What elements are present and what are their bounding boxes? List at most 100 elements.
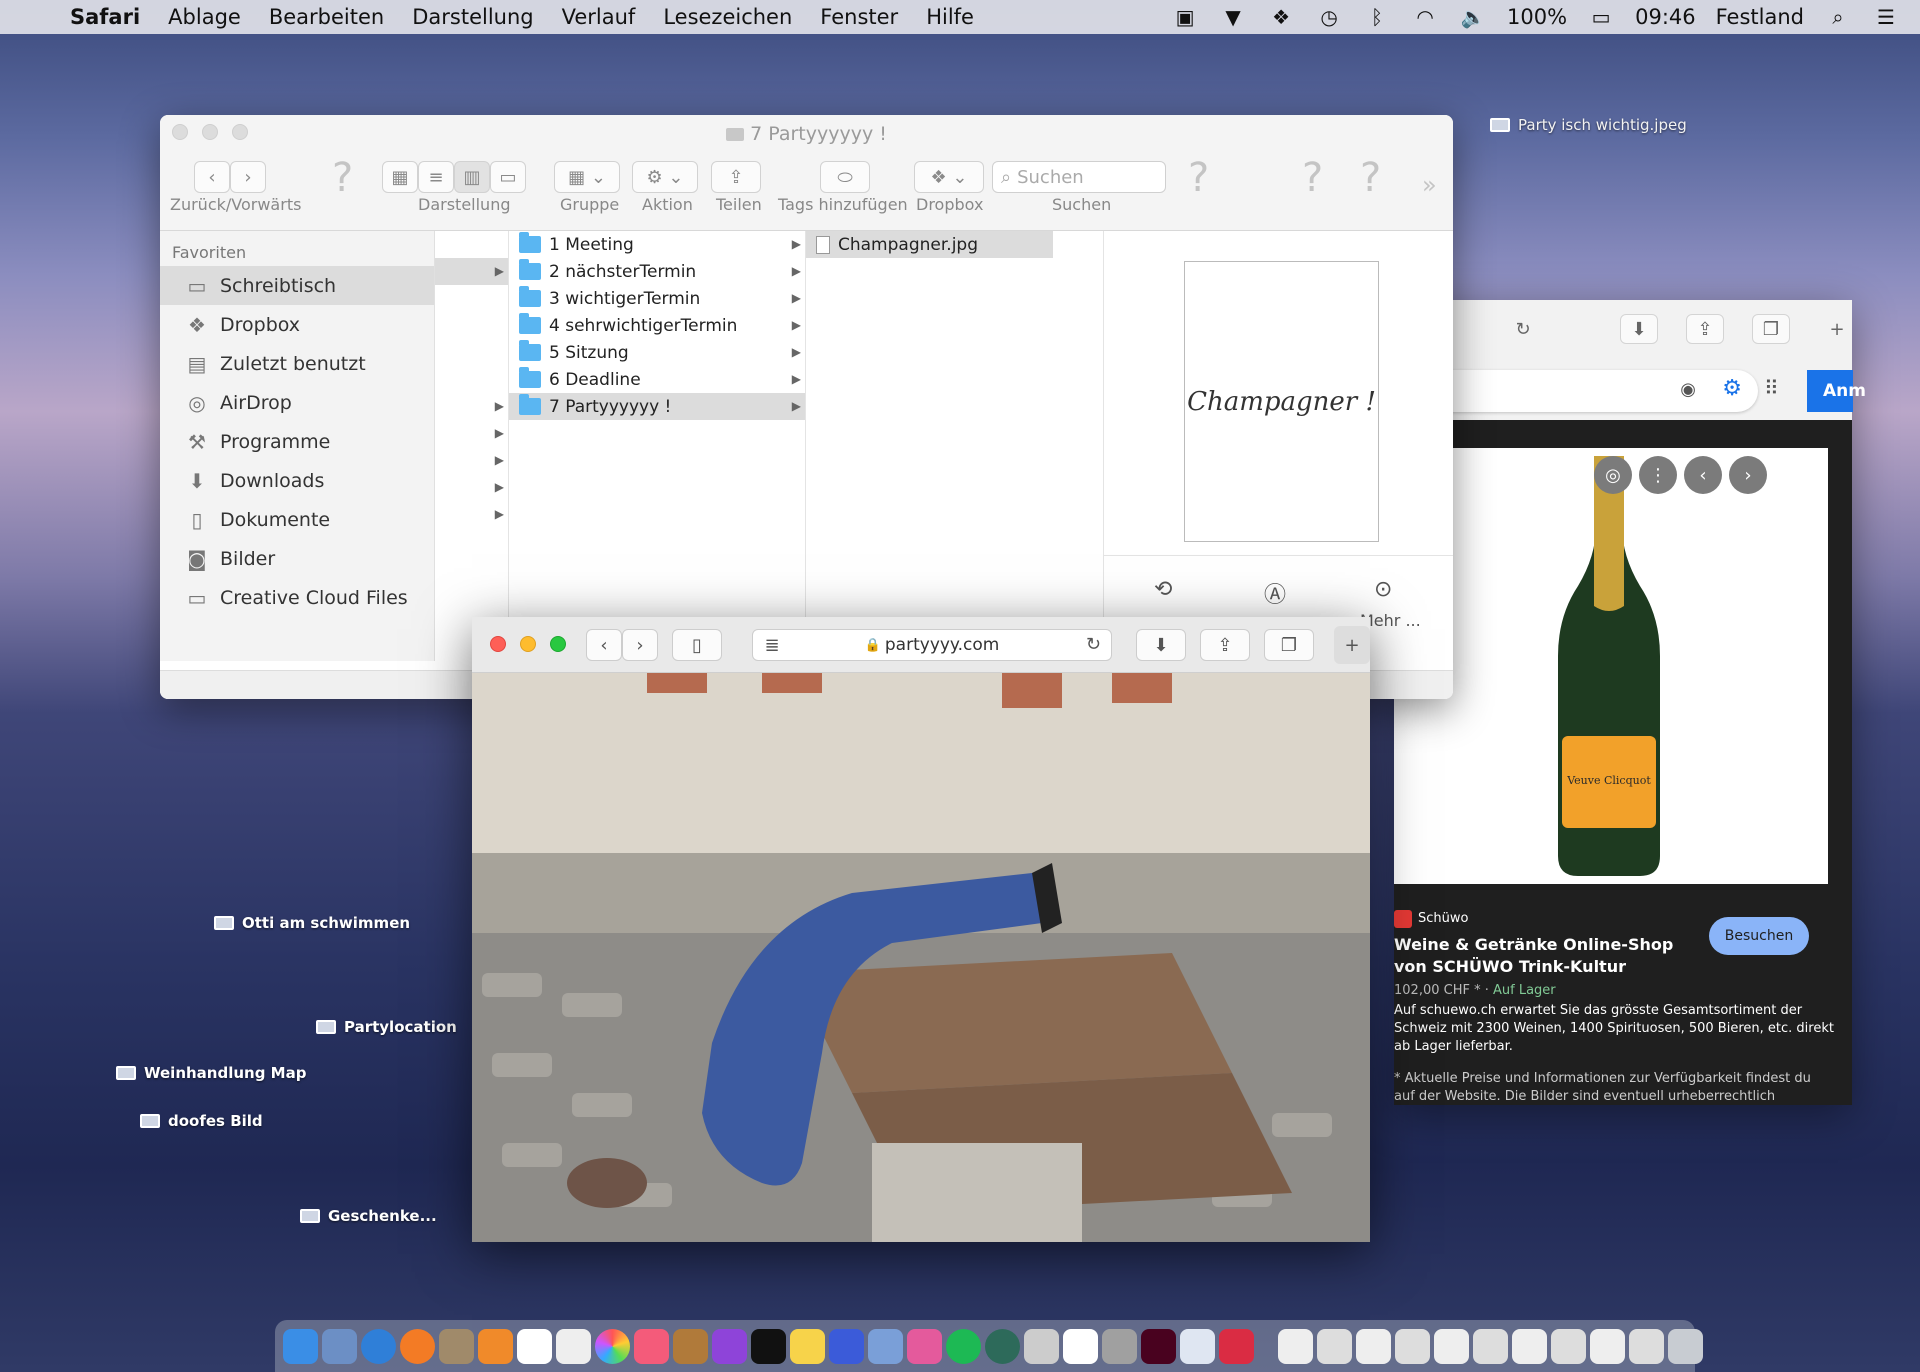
imovie-icon[interactable]	[829, 1328, 864, 1364]
list-item[interactable]	[435, 312, 508, 339]
forward-button[interactable]: ›	[622, 629, 658, 661]
pixelmator-icon[interactable]	[1180, 1328, 1215, 1364]
product-image[interactable]: Veuve Clicquot ◎ ⋮ ‹ ›	[1394, 448, 1828, 884]
stack-icon[interactable]	[1317, 1328, 1352, 1364]
numbers-icon[interactable]	[1063, 1328, 1098, 1364]
location-label[interactable]: Festland	[1716, 5, 1804, 29]
stack-icon[interactable]	[1278, 1328, 1313, 1364]
stack-icon[interactable]	[1590, 1328, 1625, 1364]
stack-icon[interactable]	[1434, 1328, 1469, 1364]
list-item[interactable]	[435, 339, 508, 366]
share-button[interactable]: ⇪	[1686, 314, 1724, 344]
list-item[interactable]: ▶	[435, 420, 508, 447]
action-button[interactable]: ⚙ ⌄	[632, 161, 698, 193]
sidebar-item-schreibtisch[interactable]: ▭ Schreibtisch	[160, 266, 434, 305]
help-icon[interactable]: ?	[1188, 155, 1209, 201]
toolbar-overflow-icon[interactable]: »	[1422, 171, 1437, 199]
utility-icon[interactable]	[1024, 1328, 1059, 1364]
forward-button[interactable]: ›	[230, 161, 266, 193]
new-tab-button[interactable]: +	[1818, 314, 1856, 344]
desktop-file[interactable]: doofes Bild	[140, 1112, 263, 1130]
markup-icon[interactable]: Ⓐ	[1264, 577, 1286, 609]
list-item[interactable]: ▶	[435, 501, 508, 528]
rotate-icon[interactable]: ⟲	[1154, 577, 1172, 602]
lens-icon[interactable]: ◎	[1594, 456, 1632, 494]
stack-icon[interactable]	[1473, 1328, 1508, 1364]
tabs-button[interactable]: ❐	[1264, 629, 1314, 661]
sidebar-item-documents[interactable]: ▯ Dokumente	[160, 500, 434, 539]
safari-icon[interactable]	[361, 1328, 396, 1364]
creative-cloud-icon[interactable]	[1219, 1328, 1254, 1364]
folder-row[interactable]: 1 Meeting ▶	[509, 231, 805, 258]
tag-button[interactable]: ⬭	[820, 161, 870, 193]
preview-image[interactable]: Champagner !	[1184, 261, 1379, 542]
menu-hilfe[interactable]: Hilfe	[912, 5, 988, 29]
share-button[interactable]: ⇪	[711, 161, 761, 193]
menu-darstellung[interactable]: Darstellung	[398, 5, 547, 29]
gallery-view-button[interactable]: ▭	[490, 161, 526, 193]
stack-icon[interactable]	[1551, 1328, 1586, 1364]
folder-row-selected[interactable]: 7 Partyyyyyy ! ▶	[509, 393, 805, 420]
podcasts-icon[interactable]	[712, 1328, 747, 1364]
books-icon[interactable]	[478, 1328, 513, 1364]
prev-image-icon[interactable]: ‹	[1684, 456, 1722, 494]
desktop-file[interactable]: Geschenke...	[300, 1207, 437, 1225]
sidebar-item-pictures[interactable]: ◙ Bilder	[160, 539, 434, 578]
file-row-selected[interactable]: Champagner.jpg	[806, 231, 1053, 258]
more-options-icon[interactable]: ⋮	[1639, 456, 1677, 494]
folder-row[interactable]: 6 Deadline ▶	[509, 366, 805, 393]
product-title[interactable]: Weine & Getränke Online-Shop von SCHÜWO …	[1394, 934, 1684, 978]
finder-icon[interactable]	[283, 1328, 318, 1364]
image-capture-icon[interactable]	[868, 1328, 903, 1364]
list-item[interactable]: ▶	[435, 474, 508, 501]
download-button[interactable]: ⬇	[1136, 629, 1186, 661]
lens-search-icon[interactable]: ⚙	[1722, 376, 1742, 401]
reload-icon[interactable]: ↻	[1086, 634, 1101, 655]
camera-icon[interactable]: ◉	[1680, 379, 1696, 400]
screen-icon[interactable]: ▣	[1171, 5, 1199, 29]
page-photo[interactable]	[472, 673, 1370, 1242]
time-machine-icon[interactable]: ◷	[1315, 5, 1343, 29]
list-item[interactable]	[435, 366, 508, 393]
share-button[interactable]: ⇪	[1200, 629, 1250, 661]
address-bar[interactable]: 🔒 partyyyy.com ↻	[752, 629, 1112, 661]
desktop-file[interactable]: Party isch wichtig.jpeg	[1490, 116, 1687, 134]
new-tab-button[interactable]: +	[1334, 626, 1370, 664]
dropbox-icon[interactable]: ❖	[1267, 5, 1295, 29]
reload-icon[interactable]: ↻	[1504, 314, 1542, 344]
folder-row[interactable]: 5 Sitzung ▶	[509, 339, 805, 366]
zoom-button[interactable]	[550, 636, 566, 652]
sidebar-item-airdrop[interactable]: ◎ AirDrop	[160, 383, 434, 422]
help-icon[interactable]: ?	[1360, 155, 1381, 201]
sidebar-toggle-icon[interactable]: ▯	[672, 629, 722, 661]
flashcards-icon[interactable]	[907, 1328, 942, 1364]
list-item[interactable]: ▶	[435, 258, 508, 285]
menu-bearbeiten[interactable]: Bearbeiten	[255, 5, 398, 29]
desktop-file[interactable]: Otti am schwimmen	[214, 914, 410, 932]
desktop-file[interactable]: Weinhandlung Map	[116, 1064, 306, 1082]
help-icon[interactable]: ?	[1302, 155, 1323, 201]
preview-icon[interactable]	[322, 1328, 357, 1364]
menu-ablage[interactable]: Ablage	[154, 5, 255, 29]
time-machine-icon[interactable]	[985, 1328, 1020, 1364]
folder-row[interactable]: 3 wichtigerTermin ▶	[509, 285, 805, 312]
pages-icon[interactable]	[790, 1328, 825, 1364]
next-image-icon[interactable]: ›	[1729, 456, 1767, 494]
indesign-icon[interactable]	[1141, 1328, 1176, 1364]
sign-in-button[interactable]: Anm	[1807, 370, 1866, 412]
firefox-icon[interactable]	[400, 1328, 435, 1364]
stack-icon[interactable]	[1629, 1328, 1664, 1364]
sidebar-item-applications[interactable]: ⚒ Programme	[160, 422, 434, 461]
list-view-button[interactable]: ≡	[418, 161, 454, 193]
notes-icon[interactable]	[439, 1328, 474, 1364]
sidebar-item-downloads[interactable]: ⬇ Downloads	[160, 461, 434, 500]
sidebar-item-creative-cloud[interactable]: ▭ Creative Cloud Files	[160, 578, 434, 617]
download-button[interactable]: ⬇	[1620, 314, 1658, 344]
icon-view-button[interactable]: ▦	[382, 161, 418, 193]
battery-percent[interactable]: 100%	[1507, 5, 1567, 29]
reader-icon[interactable]: ≣	[752, 629, 792, 661]
stack-icon[interactable]	[1512, 1328, 1547, 1364]
close-button[interactable]	[490, 636, 506, 652]
calendar-icon[interactable]	[517, 1328, 552, 1364]
tabs-button[interactable]: ❐	[1752, 314, 1790, 344]
